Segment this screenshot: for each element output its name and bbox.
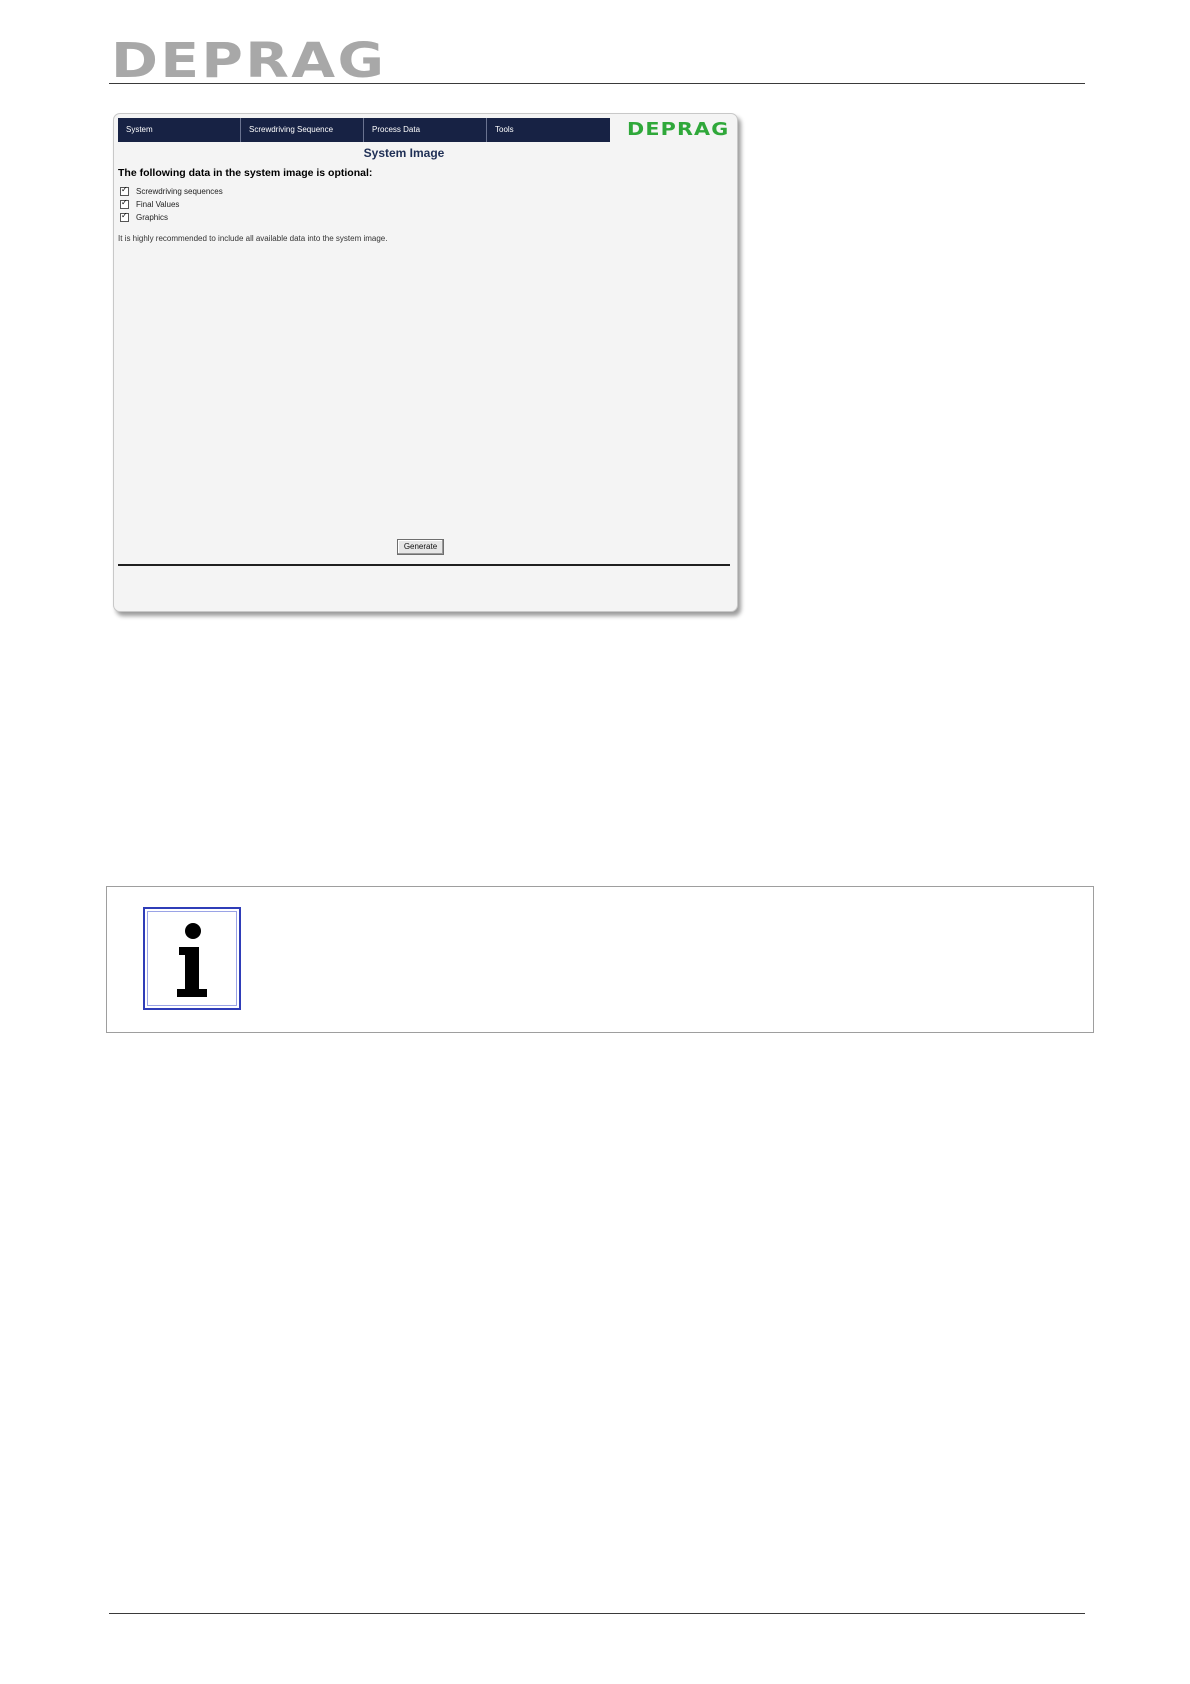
footer-rule: [109, 1613, 1085, 1614]
app-logo: DEPRAG: [627, 119, 730, 140]
option-label: Screwdriving sequences: [136, 187, 223, 196]
page-logo-text: DEPRAG: [111, 33, 387, 89]
page-title: System Image: [363, 146, 445, 160]
menu-item-system[interactable]: System: [118, 118, 241, 142]
menu-item-process-data[interactable]: Process Data: [364, 118, 487, 142]
checkmark-icon: ✓: [121, 198, 128, 207]
info-i-glyph: [177, 923, 207, 997]
menu-item-tools[interactable]: Tools: [487, 118, 610, 142]
checkmark-icon: ✓: [121, 211, 128, 220]
info-note-box: [106, 886, 1094, 1033]
checkmark-icon: ✓: [121, 185, 128, 194]
option-graphics: ✓ Graphics: [120, 211, 223, 224]
system-image-screenshot: System Screwdriving Sequence Process Dat…: [113, 113, 738, 612]
option-label: Graphics: [136, 213, 169, 222]
footer-divider: [118, 564, 730, 566]
main-menu-bar: System Screwdriving Sequence Process Dat…: [118, 118, 610, 142]
header-rule: [109, 83, 1085, 84]
recommendation-text: It is highly recommended to include all …: [118, 234, 388, 243]
option-final-values: ✓ Final Values: [120, 198, 223, 211]
final-values-checkbox[interactable]: ✓: [120, 198, 129, 209]
screwdriving-sequences-checkbox[interactable]: ✓: [120, 185, 129, 196]
depreg-page-logo: DEPRAG: [111, 37, 384, 85]
menu-item-screwdriving-sequence[interactable]: Screwdriving Sequence: [241, 118, 364, 142]
optional-data-heading: The following data in the system image i…: [118, 167, 373, 179]
generate-button[interactable]: Generate: [397, 539, 444, 555]
option-label: Final Values: [136, 200, 180, 209]
option-screwdriving-sequences: ✓ Screwdriving sequences: [120, 185, 223, 198]
optional-data-list: ✓ Screwdriving sequences ✓ Final Values …: [120, 185, 223, 224]
info-icon: [143, 907, 241, 1010]
graphics-checkbox[interactable]: ✓: [120, 211, 129, 222]
